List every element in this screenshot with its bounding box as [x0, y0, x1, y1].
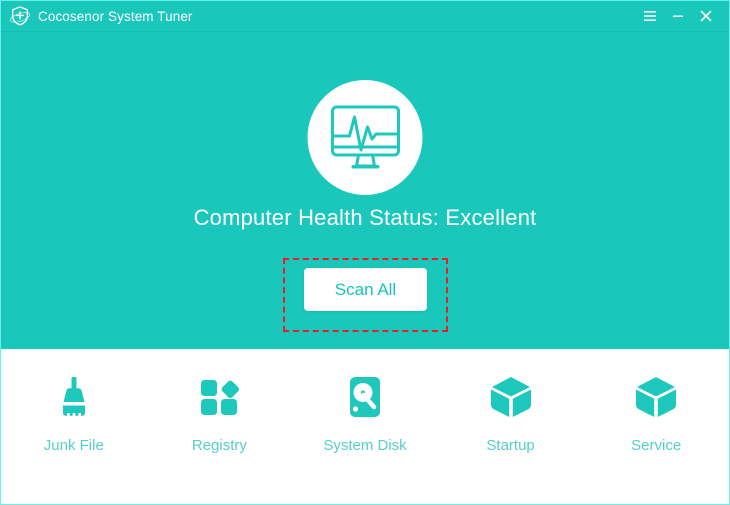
- health-status-text: Computer Health Status: Excellent: [193, 205, 537, 230]
- tool-label-junk-file: Junk File: [43, 437, 104, 454]
- tool-item-system-disk[interactable]: System Disk: [292, 349, 438, 454]
- cube-icon: [485, 371, 537, 423]
- cube-icon: [630, 371, 682, 423]
- titlebar: Cocosenor System Tuner: [1, 1, 729, 32]
- window-controls: [635, 1, 729, 32]
- hero-panel: Computer Health Status: Excellent Scan A…: [1, 32, 729, 349]
- tool-label-registry: Registry: [191, 437, 247, 454]
- tool-item-startup[interactable]: Startup: [438, 349, 584, 454]
- hamburger-menu-icon[interactable]: [637, 3, 663, 29]
- monitor-heartbeat-icon: [327, 103, 403, 173]
- broom-icon: [48, 371, 100, 423]
- close-icon[interactable]: [693, 3, 719, 29]
- minimize-icon[interactable]: [665, 3, 691, 29]
- tool-label-system-disk: System Disk: [323, 437, 407, 454]
- tool-label-startup: Startup: [486, 437, 535, 454]
- shield-plus-icon: [9, 5, 31, 27]
- tool-strip: Junk File Registry System Disk Startup S…: [1, 349, 729, 504]
- app-window: Cocosenor System Tuner Computer Health S…: [0, 0, 730, 505]
- tool-item-junk-file[interactable]: Junk File: [1, 349, 147, 454]
- registry-blocks-icon: [193, 371, 245, 423]
- tool-item-registry[interactable]: Registry: [147, 349, 293, 454]
- scan-all-button[interactable]: Scan All: [304, 268, 427, 311]
- tool-label-service: Service: [631, 437, 682, 454]
- health-status-badge: [307, 80, 423, 195]
- hard-disk-icon: [339, 371, 391, 423]
- tool-item-service[interactable]: Service: [583, 349, 729, 454]
- app-title: Cocosenor System Tuner: [38, 8, 193, 24]
